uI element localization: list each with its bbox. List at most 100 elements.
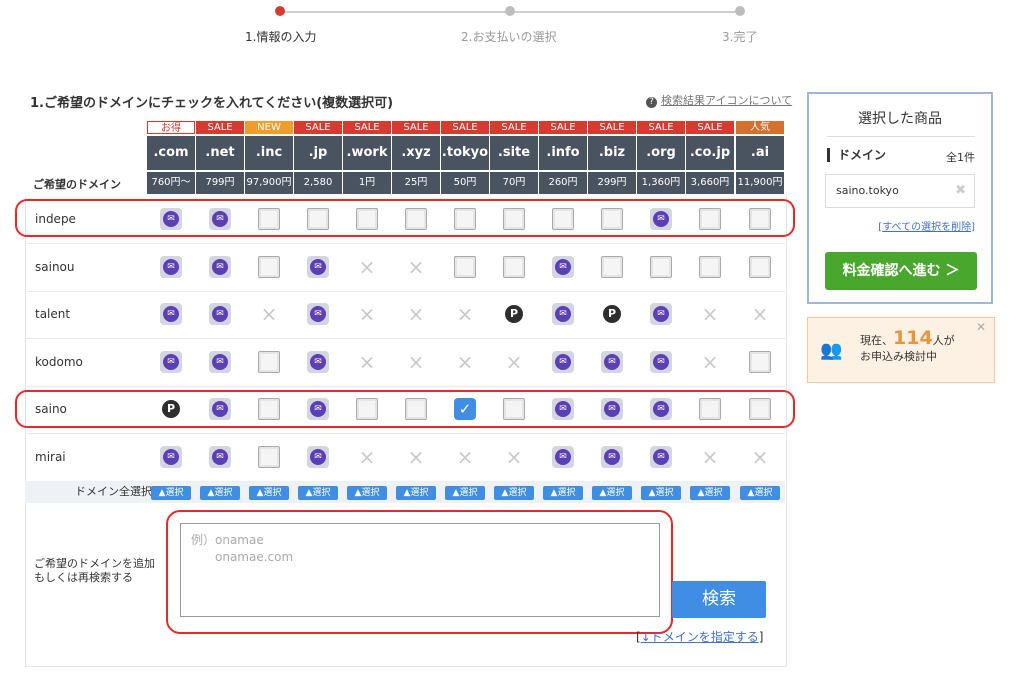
mail-icon[interactable]: ✉ — [209, 350, 231, 373]
mail-icon[interactable]: ✉ — [160, 445, 182, 468]
checkbox-icon[interactable] — [258, 445, 280, 468]
mail-icon[interactable]: ✉ — [307, 303, 329, 325]
tld-price: 1円 — [343, 172, 391, 194]
checkbox-icon[interactable] — [258, 255, 280, 278]
tld-tag: SALE — [343, 121, 391, 134]
tld-price: 1,360円 — [637, 172, 685, 194]
tld-price: 50円 — [441, 172, 489, 194]
selected-products-panel: 選択した商品 ドメイン 全1件 saino.tokyo ✖ [すべての選択を削除… — [807, 92, 993, 304]
select-column-button[interactable]: ▲選択 — [494, 486, 534, 500]
select-column-button[interactable]: ▲選択 — [690, 486, 730, 500]
highlight-indepe — [15, 199, 795, 237]
mail-icon[interactable]: ✉ — [209, 255, 231, 278]
select-column-button[interactable]: ▲選択 — [396, 486, 436, 500]
select-column-button[interactable]: ▲選択 — [298, 486, 338, 500]
mail-icon[interactable]: ✉ — [601, 445, 623, 468]
select-column-button[interactable]: ▲選択 — [445, 486, 485, 500]
checkbox-icon[interactable] — [749, 350, 771, 373]
select-column-button[interactable]: ▲選択 — [200, 486, 240, 500]
remove-item-icon[interactable]: ✖ — [955, 175, 966, 207]
tld-name: .info — [539, 136, 587, 170]
tld-tag: SALE — [637, 121, 685, 134]
search-button[interactable]: 検索 — [672, 581, 766, 618]
select-column-button[interactable]: ▲選択 — [543, 486, 583, 500]
cross-icon: × — [407, 444, 425, 469]
premium-p-icon[interactable]: P — [601, 303, 623, 325]
cross-icon: × — [456, 349, 474, 374]
cart-item: saino.tokyo ✖ — [825, 174, 975, 208]
mail-icon[interactable]: ✉ — [650, 303, 672, 325]
clear-selection-link[interactable]: すべての選択を削除 — [882, 222, 971, 233]
select-column-button[interactable]: ▲選択 — [249, 486, 289, 500]
mail-icon[interactable]: ✉ — [650, 445, 672, 468]
domain-row-name: talent — [35, 307, 71, 321]
checkbox-icon[interactable] — [699, 255, 721, 278]
tld-name: .com — [147, 136, 195, 170]
mail-icon[interactable]: ✉ — [552, 350, 574, 373]
cross-icon: × — [260, 302, 278, 326]
section-title: 1.ご希望のドメインにチェックを入れてください(複数選択可) — [30, 96, 394, 111]
mail-icon[interactable]: ✉ — [307, 255, 329, 278]
cart-count: 全1件 — [946, 151, 975, 164]
clear-selection: [すべての選択を削除] — [878, 222, 975, 233]
mail-icon[interactable]: ✉ — [650, 350, 672, 373]
mail-icon[interactable]: ✉ — [160, 255, 182, 278]
close-icon[interactable]: ✕ — [976, 320, 986, 334]
question-icon: ? — [646, 97, 657, 108]
notice-prefix: 現在、 — [860, 334, 893, 347]
checkbox-icon[interactable] — [503, 255, 525, 278]
mail-icon[interactable]: ✉ — [552, 445, 574, 468]
mail-icon[interactable]: ✉ — [601, 350, 623, 373]
cart-item-name: saino.tokyo — [836, 184, 899, 197]
specify-domain-link[interactable]: ↓ドメインを指定する — [641, 630, 759, 644]
tld-price: 260円 — [539, 172, 587, 194]
mail-icon[interactable]: ✉ — [552, 303, 574, 325]
cross-icon: × — [505, 349, 523, 374]
select-column-button[interactable]: ▲選択 — [740, 486, 780, 500]
cross-icon: × — [358, 444, 376, 469]
checkbox-icon[interactable] — [749, 255, 771, 278]
domain-row-header: ご希望のドメイン — [33, 178, 121, 191]
tld-name: .inc — [245, 136, 293, 170]
mail-icon[interactable]: ✉ — [307, 445, 329, 468]
tld-name: .co.jp — [686, 136, 734, 170]
select-column-button[interactable]: ▲選択 — [151, 486, 191, 500]
tld-name: .site — [490, 136, 538, 170]
tld-price: 760円〜 — [147, 172, 195, 194]
select-column-button[interactable]: ▲選択 — [347, 486, 387, 500]
mail-icon[interactable]: ✉ — [552, 255, 574, 278]
mail-icon[interactable]: ✉ — [209, 303, 231, 325]
tld-name: .work — [343, 136, 391, 170]
mail-icon[interactable]: ✉ — [209, 445, 231, 468]
cross-icon: × — [407, 254, 425, 279]
mail-icon[interactable]: ✉ — [160, 303, 182, 325]
tld-price: 97,900円 — [245, 172, 293, 194]
select-column-button[interactable]: ▲選択 — [592, 486, 632, 500]
checkbox-icon[interactable] — [650, 255, 672, 278]
checkbox-icon[interactable] — [601, 255, 623, 278]
mail-icon[interactable]: ✉ — [307, 350, 329, 373]
cross-icon: × — [456, 444, 474, 469]
people-icon: 👥 — [820, 340, 843, 361]
domain-row: kodomo ✉ ✉ ✉ × × × × ✉ ✉ ✉ × — [25, 339, 785, 387]
domain-row-name: sainou — [35, 259, 75, 274]
progress-steps: 1.情報の入力 2.お支払いの選択 3.完了 — [0, 0, 1024, 60]
icon-info-link[interactable]: 検索結果アイコンについて — [661, 94, 792, 107]
cart-title: 選択した商品 — [858, 111, 942, 127]
checkbox-icon[interactable] — [258, 350, 280, 373]
notice-number: 114 — [893, 327, 933, 349]
checkbox-icon[interactable] — [454, 255, 476, 278]
tld-price: 11,900円 — [736, 172, 784, 194]
tld-tag: お得 — [147, 121, 195, 134]
select-column-button[interactable]: ▲選択 — [641, 486, 681, 500]
premium-p-icon[interactable]: P — [503, 303, 525, 325]
tld-tag: SALE — [441, 121, 489, 134]
domain-row: talent ✉ ✉ × ✉ × × × P ✉ P ✉ × × — [25, 291, 785, 339]
cross-icon: × — [407, 349, 425, 374]
tld-tag: SALE — [294, 121, 342, 134]
mail-icon[interactable]: ✉ — [160, 350, 182, 373]
tld-price: 25円 — [392, 172, 440, 194]
confirm-price-button[interactable]: 料金確認へ進む ＞ — [825, 252, 977, 290]
tld-tag: SALE — [588, 121, 636, 134]
specify-domain: [↓ドメインを指定する] — [636, 628, 763, 645]
